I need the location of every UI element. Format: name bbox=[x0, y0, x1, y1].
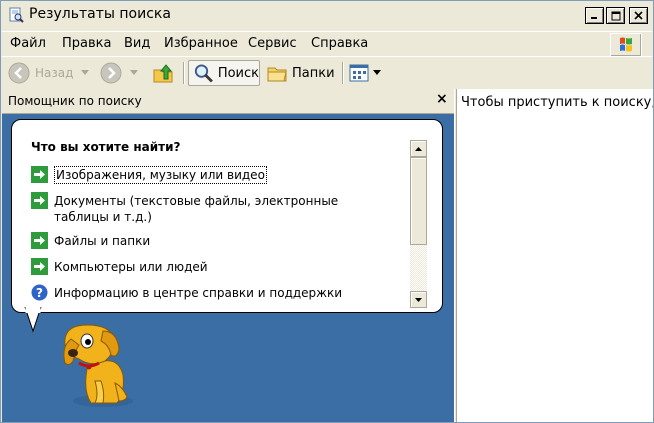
search-label: Поиск bbox=[217, 65, 259, 81]
menu-file[interactable]: Файл bbox=[10, 36, 46, 51]
menu-tools[interactable]: Сервис bbox=[248, 36, 297, 51]
green-arrow-icon bbox=[31, 166, 48, 183]
option-files-folders-label: Файлы и папки bbox=[54, 234, 151, 248]
green-arrow-icon bbox=[31, 258, 48, 275]
option-computers-people[interactable]: Компьютеры или людей bbox=[31, 258, 208, 275]
pane-title: Помощник по поиску bbox=[8, 94, 142, 108]
title-bar[interactable]: Результаты поиска bbox=[1, 1, 653, 29]
back-arrow-icon bbox=[8, 62, 30, 84]
option-media[interactable]: Изображения, музыку или видео bbox=[31, 166, 267, 184]
rover-dog-icon bbox=[63, 324, 133, 407]
chevron-down-icon bbox=[373, 70, 381, 75]
option-media-label: Изображения, музыку или видео bbox=[54, 166, 267, 184]
close-button[interactable] bbox=[629, 7, 648, 24]
explorer-window: Результаты поиска Файл Правка Вид Избран… bbox=[0, 0, 654, 423]
menu-bar: Файл Правка Вид Избранное Сервис Справка bbox=[2, 31, 652, 57]
menu-help[interactable]: Справка bbox=[311, 36, 368, 51]
search-results-icon bbox=[9, 7, 24, 23]
back-label: Назад bbox=[35, 66, 74, 80]
minimize-icon bbox=[591, 17, 597, 19]
svg-text:?: ? bbox=[36, 286, 43, 300]
windows-logo bbox=[610, 33, 642, 57]
forward-button[interactable] bbox=[100, 60, 146, 86]
arrow-down-icon bbox=[415, 297, 422, 302]
toolbar-separator bbox=[342, 62, 344, 84]
folders-button[interactable]: Папки bbox=[266, 60, 338, 86]
chevron-down-icon bbox=[81, 70, 90, 75]
folders-icon bbox=[267, 67, 287, 82]
option-help-center[interactable]: ? Информацию в центре справки и поддержк… bbox=[31, 284, 342, 301]
option-computers-people-label: Компьютеры или людей bbox=[54, 260, 208, 274]
option-documents[interactable]: Документы (текстовые файлы, электронные … bbox=[31, 192, 381, 225]
search-button[interactable]: Поиск bbox=[188, 60, 260, 86]
views-icon bbox=[349, 64, 369, 82]
views-button[interactable] bbox=[348, 60, 386, 86]
results-hint: Чтобы приступить к поиску, bbox=[461, 95, 653, 110]
search-companion-header: Помощник по поиску × bbox=[2, 89, 454, 114]
folder-up-icon bbox=[153, 64, 173, 83]
window-title: Результаты поиска bbox=[29, 6, 171, 22]
results-pane: Чтобы приступить к поиску, bbox=[457, 89, 653, 422]
up-folder-button[interactable] bbox=[152, 60, 176, 86]
windows-flag-icon bbox=[620, 37, 632, 52]
green-arrow-icon bbox=[31, 232, 48, 249]
folders-label: Папки bbox=[292, 65, 335, 81]
green-arrow-icon bbox=[31, 192, 48, 209]
scroll-down-button[interactable] bbox=[410, 291, 427, 308]
search-prompt: Что вы хотите найти? bbox=[31, 140, 181, 154]
option-help-center-label: Информацию в центре справки и поддержки bbox=[54, 286, 343, 300]
search-icon bbox=[194, 64, 213, 83]
option-documents-label: Документы (текстовые файлы, электронные … bbox=[54, 194, 339, 224]
maximize-button[interactable] bbox=[606, 7, 625, 24]
scroll-thumb[interactable] bbox=[410, 157, 427, 245]
balloon-scrollbar[interactable] bbox=[410, 140, 427, 308]
pane-close-button[interactable]: × bbox=[436, 91, 448, 107]
back-button[interactable]: Назад bbox=[8, 60, 98, 86]
scroll-up-button[interactable] bbox=[410, 140, 427, 157]
help-icon: ? bbox=[31, 284, 48, 301]
maximize-icon bbox=[611, 11, 620, 20]
menu-view[interactable]: Вид bbox=[124, 36, 150, 51]
close-icon bbox=[634, 11, 643, 20]
toolbar: Назад Поиск Папки bbox=[2, 56, 652, 90]
arrow-up-icon bbox=[415, 146, 422, 151]
toolbar-separator bbox=[183, 62, 185, 84]
menu-favorites[interactable]: Избранное bbox=[164, 36, 238, 51]
balloon-tail bbox=[24, 307, 42, 333]
forward-arrow-icon bbox=[100, 62, 122, 84]
option-files-folders[interactable]: Файлы и папки bbox=[31, 232, 150, 249]
search-balloon: Что вы хотите найти? Изображения, музыку… bbox=[11, 119, 443, 313]
menu-edit[interactable]: Правка bbox=[62, 36, 111, 51]
chevron-down-icon bbox=[130, 70, 138, 75]
minimize-button[interactable] bbox=[585, 7, 604, 24]
